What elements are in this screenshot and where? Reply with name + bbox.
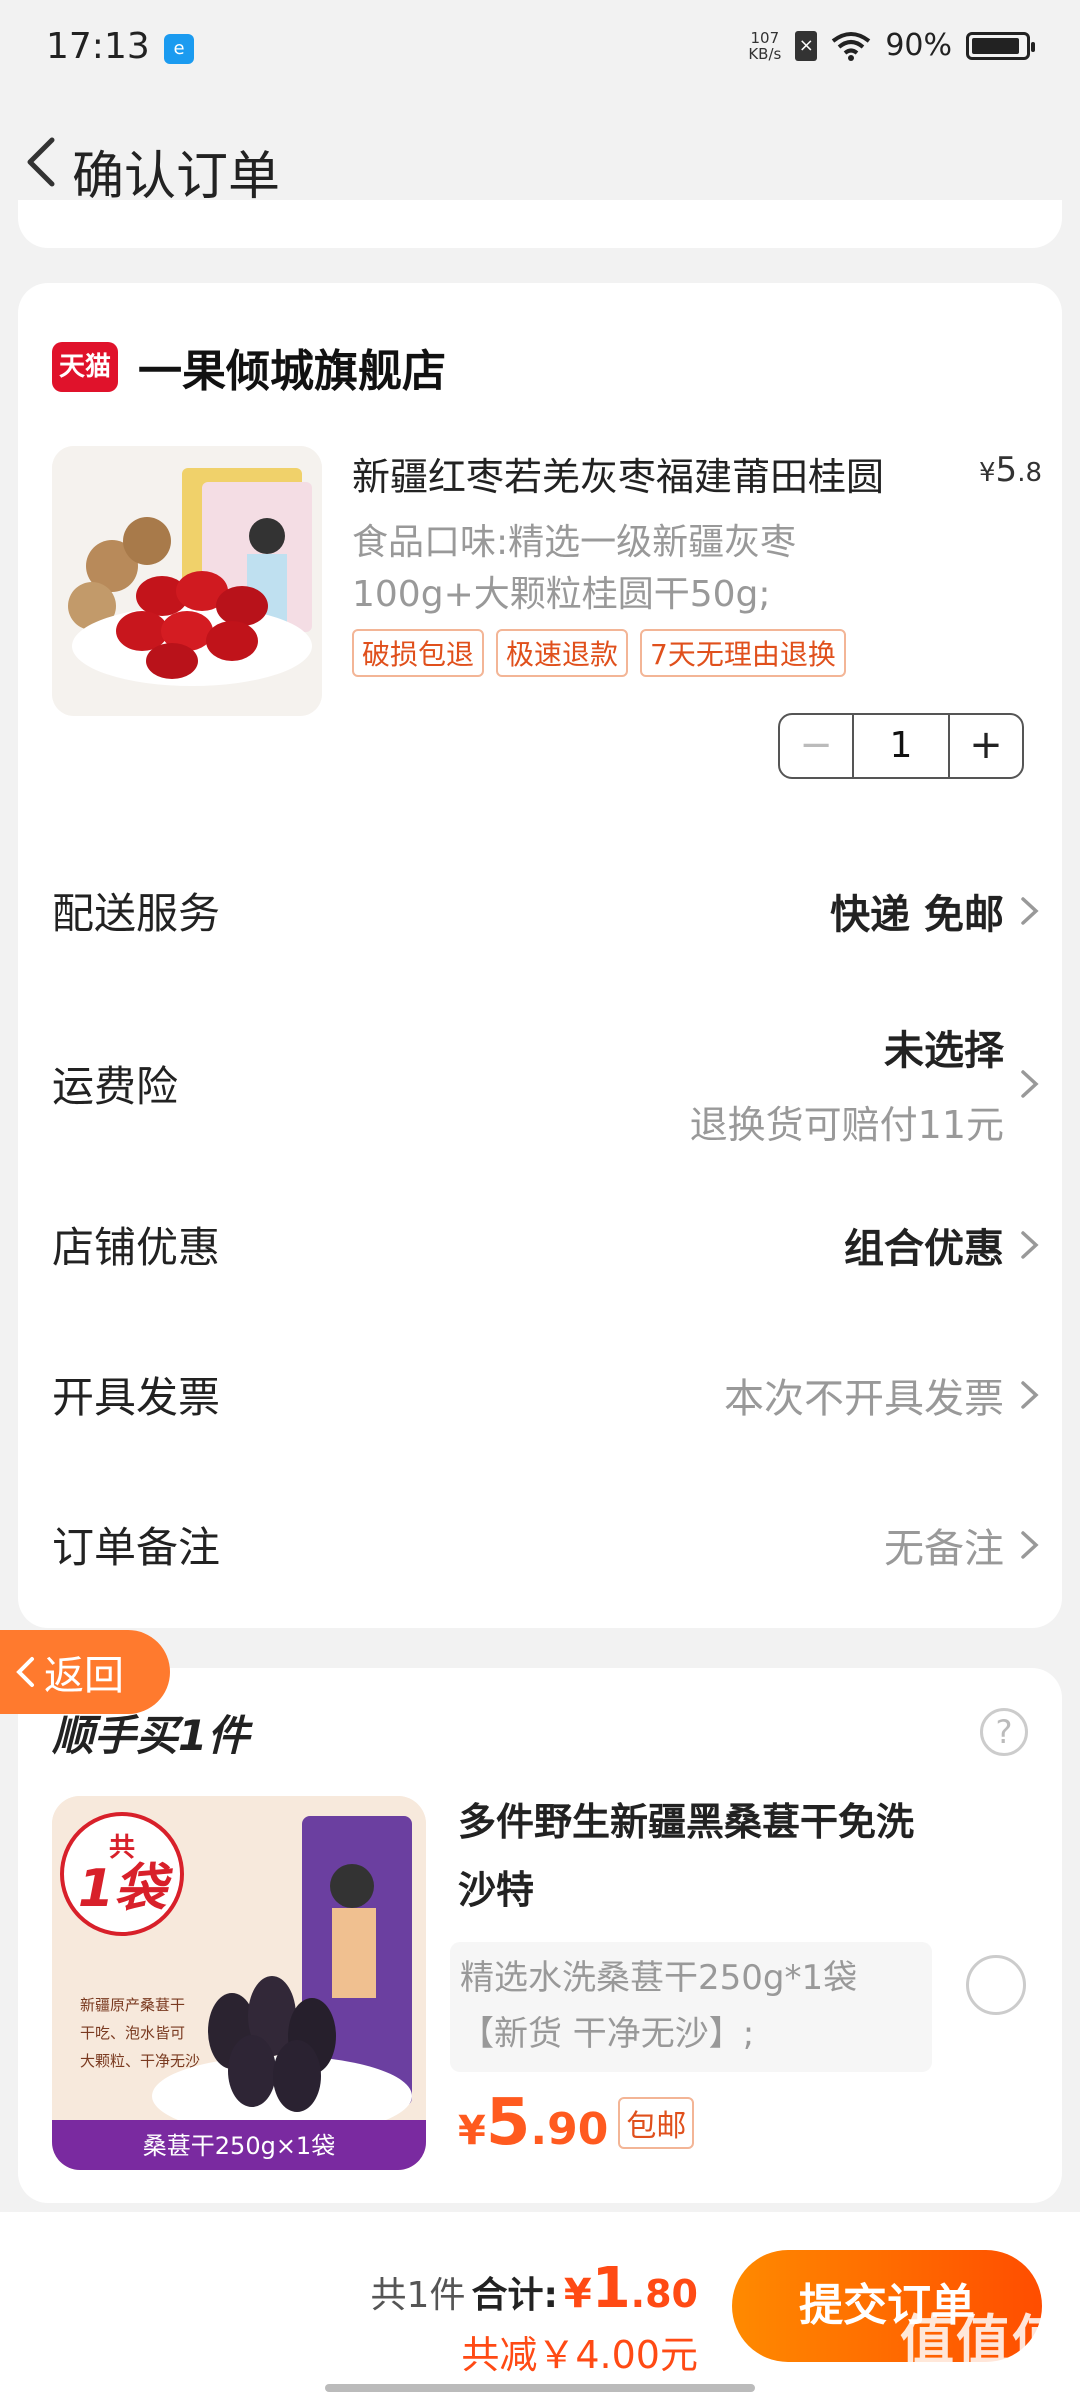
addon-illustration: 共 1袋 新疆原产桑葚干 干吃、泡水皆可 大颗粒、干净无沙 桑葚干250g×1袋 [52,1796,426,2170]
chevron-right-icon [1021,1069,1039,1098]
increase-button[interactable]: + [950,715,1022,777]
discount-value: 组合优惠 [844,1225,1004,1272]
product-info: 新疆红枣若羌灰枣福建莆田桂圆 ¥5.8 食品口味:精选一级新疆灰枣100g+大颗… [352,446,1042,677]
total-decimal: .80 [630,2272,698,2316]
row-delivery-service[interactable]: 配送服务 快递 免邮 [52,880,1042,941]
page-title: 确认订单 [72,147,281,207]
row-order-remark[interactable]: 订单备注 无备注 [52,1514,1042,1575]
chevron-left-icon [16,1657,34,1687]
store-header[interactable]: 天猫 一果倾城旗舰店 [52,335,446,399]
addon-price-integer: 5 [485,2086,531,2160]
addon-price: ¥ 5 .90 包邮 [458,2086,695,2160]
decrease-button[interactable]: − [780,715,852,777]
delivery-value: 快递 免邮 [830,891,1004,938]
product-sku[interactable]: 食品口味:精选一级新疆灰枣100g+大颗粒桂圆干50g; [352,517,912,621]
net-speed: 107 KB/s [748,30,781,62]
addon-select-radio[interactable] [966,1955,1026,2015]
store-order-card: 天猫 一果倾城旗舰店 新疆红枣若羌灰枣福建莆田桂圆 ¥5.8 食品口味:精选一级… [18,283,1062,1628]
chevron-right-icon [1021,896,1039,925]
app-notification-icon: e [164,34,194,64]
price-currency: ¥ [979,458,996,488]
invoice-label: 开具发票 [52,1373,221,1422]
net-speed-value: 107 [750,28,780,47]
net-speed-unit: KB/s [748,44,782,63]
back-arrow-icon[interactable] [18,132,68,192]
tag-7day-return: 7天无理由退换 [640,629,846,677]
chevron-right-icon [1021,1230,1039,1259]
item-count: 共1件 [370,2275,466,2316]
price-integer: 5 [995,450,1018,490]
discount-label: 店铺优惠 [52,1223,221,1272]
image-badge-main: 1袋 [78,1859,173,1919]
product-price: ¥5.8 [979,450,1042,490]
wifi-icon [832,31,871,61]
floating-back-button[interactable]: 返回 [0,1630,170,1714]
home-indicator[interactable] [325,2384,755,2392]
discount-summary: 共减￥4.00元 [461,2333,698,2377]
service-tags: 破损包退 极速退款 7天无理由退换 [352,629,1042,677]
battery-fill [972,37,1019,54]
total-currency: ¥ [563,2271,592,2317]
quantity-value[interactable]: 1 [852,715,950,777]
tag-damage-refund: 破损包退 [352,629,485,677]
free-shipping-badge: 包邮 [618,2097,695,2149]
invoice-value: 本次不开具发票 [724,1375,1004,1422]
row-store-discount[interactable]: 店铺优惠 组合优惠 [52,1214,1042,1275]
insurance-subtext: 退换货可赔付11元 [689,1103,1004,1147]
product-title[interactable]: 新疆红枣若羌灰枣福建莆田桂圆 [352,446,1042,501]
addon-product-name[interactable]: 多件野生新疆黑桑葚干免洗沙特 [458,1788,938,1924]
status-icons: 107 KB/s × 90% [748,28,1035,63]
watermark: 值值值 zhizhizhi.com [900,2314,1068,2386]
insurance-value: 未选择 [884,1028,1004,1074]
insurance-label: 运费险 [52,1062,179,1111]
addon-sku[interactable]: 精选水洗桑葚干250g*1袋【新货 干净无沙】; [450,1942,932,2072]
store-name: 一果倾城旗舰店 [138,346,446,397]
remark-label: 订单备注 [52,1523,221,1572]
addon-price-decimal: .90 [530,2104,609,2155]
row-invoice[interactable]: 开具发票 本次不开具发票 [52,1364,1042,1425]
sim-off-icon: × [795,30,818,61]
total-line: 共1件 合计: ¥1.80 [371,2256,698,2321]
total-amount: ¥1.80 [564,2256,698,2321]
product-image[interactable] [52,446,322,716]
total-label: 合计: [471,2275,558,2316]
nav-bar: 确认订单 [0,110,1080,210]
status-bar: 17:13 e 107 KB/s × 90% [0,0,1080,100]
product-illustration [52,446,322,716]
chevron-right-icon [1021,1530,1039,1559]
quantity-stepper: − 1 + [778,713,1024,779]
battery-percent: 90% [885,28,952,63]
chevron-right-icon [1021,1380,1039,1409]
addon-card: 顺手买1件 ? 共 1袋 新疆原产桑葚干 干吃、泡水皆可 大颗粒、干净无沙 桑葚… [18,1668,1062,2203]
battery-icon [966,31,1035,60]
addon-price-currency: ¥ [458,2108,486,2154]
floating-back-label: 返回 [44,1653,124,1699]
previous-card-edge [18,200,1062,248]
image-feature-2: 干吃、泡水皆可 [80,2024,185,2042]
help-icon[interactable]: ? [980,1708,1028,1756]
tag-fast-refund: 极速退款 [496,629,629,677]
watermark-text: 值值值 [900,2309,1068,2372]
image-feature-1: 新疆原产桑葚干 [80,1996,185,2014]
delivery-label: 配送服务 [52,889,221,938]
row-shipping-insurance[interactable]: 运费险 未选择 退换货可赔付11元 [52,1018,1042,1149]
status-time: 17:13 [46,26,150,67]
image-feature-3: 大颗粒、干净无沙 [80,2052,200,2070]
image-caption: 桑葚干250g×1袋 [143,2132,335,2160]
total-integer: 1 [591,2256,631,2321]
remark-value: 无备注 [884,1525,1004,1572]
addon-product-image[interactable]: 共 1袋 新疆原产桑葚干 干吃、泡水皆可 大颗粒、干净无沙 桑葚干250g×1袋 [52,1796,426,2170]
tmall-logo-icon: 天猫 [52,342,118,392]
price-decimal: .8 [1017,458,1042,488]
